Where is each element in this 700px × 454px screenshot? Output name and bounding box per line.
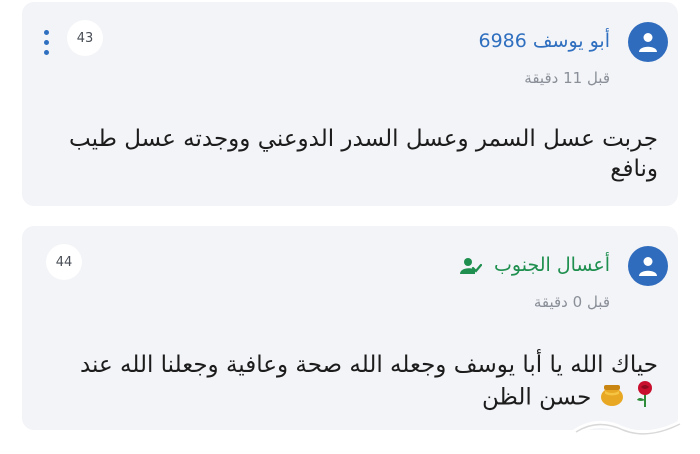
comment-text: جربت عسل السمر وعسل السدر الدوعني ووجدته… <box>69 126 658 182</box>
comment-time: قبل 11 دقيقة <box>524 69 610 87</box>
author-name: أعسال الجنوب <box>494 254 610 276</box>
user-icon <box>639 257 657 276</box>
comment-number-badge: 44 <box>46 244 82 280</box>
comment-number-badge: 43 <box>67 20 103 56</box>
user-icon <box>639 33 657 52</box>
watermark-logo <box>568 414 688 448</box>
comment-time: قبل 0 دقيقة <box>533 293 610 311</box>
more-options-icon[interactable] <box>42 30 50 58</box>
rose-icon <box>632 380 658 416</box>
comment-author[interactable]: أعسال الجنوب <box>459 254 610 276</box>
honey-pot-icon <box>599 381 625 415</box>
verified-user-icon <box>459 257 482 274</box>
comment-author[interactable]: أبو يوسف 6986 <box>478 30 610 52</box>
avatar[interactable] <box>628 22 668 62</box>
comment-text: حياك الله يا أبا يوسف وجعله الله صحة وعا… <box>79 352 658 411</box>
avatar[interactable] <box>628 246 668 286</box>
comment-text-container: حياك الله يا أبا يوسف وجعله الله صحة وعا… <box>58 350 658 416</box>
